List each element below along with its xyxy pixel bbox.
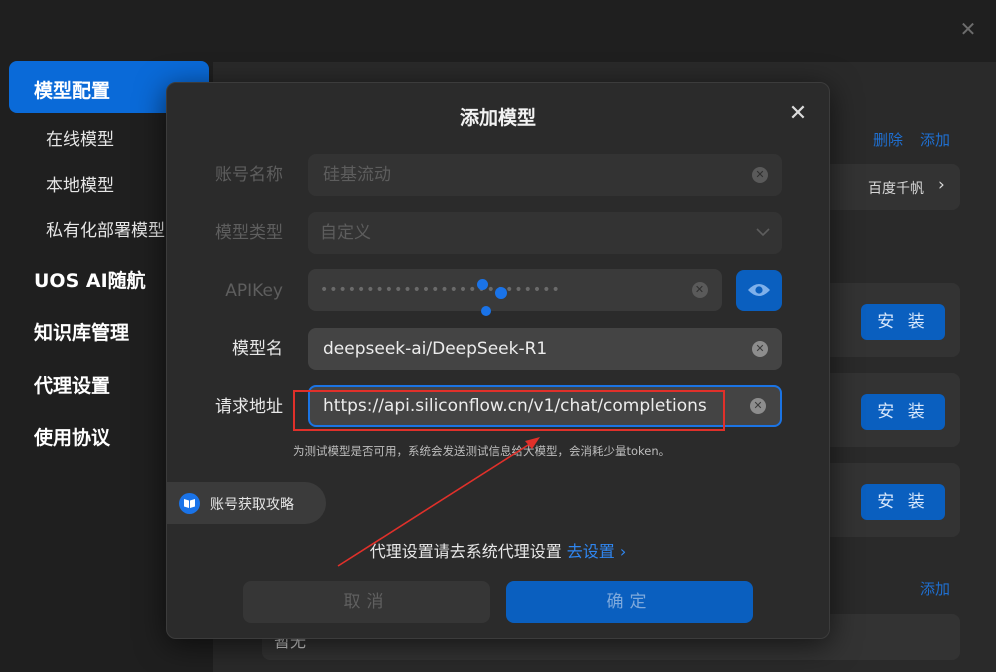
annotation-arrow-icon xyxy=(337,437,540,567)
